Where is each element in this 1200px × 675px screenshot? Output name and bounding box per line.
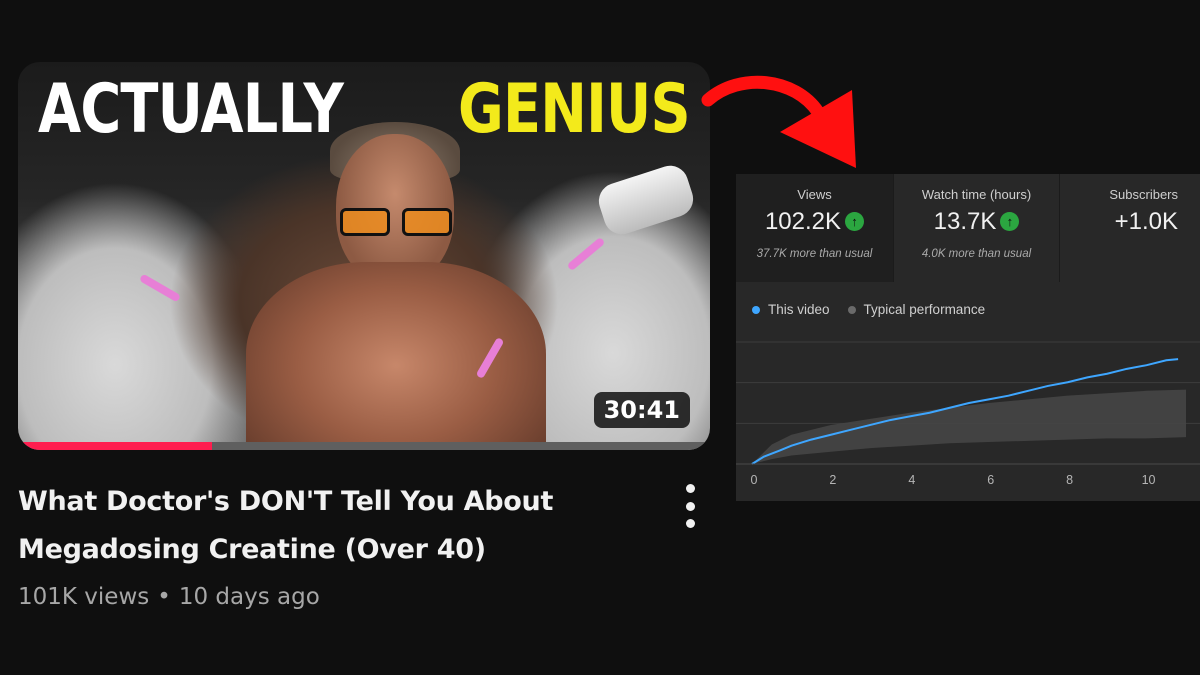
scoop-icon [566,236,606,272]
typical-performance-band [752,389,1186,464]
legend-swatch [847,305,856,314]
analytics-panel: Views 102.2K ↑ 37.7K more than usual Watc… [736,174,1200,501]
more-vert-icon[interactable] [674,484,706,528]
supplement-bottle [594,161,698,239]
x-tick-label: 2 [829,473,836,487]
x-tick-label: 10 [1142,473,1156,487]
kpi-value: +1.0K [1114,208,1178,235]
video-title[interactable]: What Doctor's DON'T Tell You About Megad… [18,478,578,574]
legend-item-typical: Typical performance [847,302,986,317]
x-tick-label: 0 [751,473,758,487]
arrow-up-icon: ↑ [1000,212,1020,231]
kpi-label: Views [797,187,832,202]
kpi-value-text: 13.7K [933,208,997,235]
chart-legend: This video Typical performance [752,302,985,317]
kpi-label: Subscribers [1109,187,1178,202]
legend-label: This video [768,302,830,317]
watch-progress-fill [18,442,212,450]
x-tick-label: 4 [908,473,915,487]
legend-swatch [752,305,760,314]
x-tick-label: 8 [1066,473,1073,487]
arrow-up-icon: ↑ [845,212,865,231]
curved-arrow-icon [701,75,856,168]
thumbnail-glasses [340,208,452,238]
kpi-value: 102.2K ↑ [736,208,893,236]
duration-badge: 30:41 [593,392,690,428]
views-line-chart: 0 2 4 6 8 10 [736,341,1200,487]
legend-label: Typical performance [863,302,986,317]
kpi-value-text: 102.2K [764,208,842,235]
view-count: 101K views [18,584,150,610]
video-title-line-2: Megadosing Creatine (Over 40) [18,534,486,565]
thumbnail-text-left: ACTUALLY [38,70,344,149]
x-tick-label: 6 [987,473,994,487]
kpi-delta: 4.0K more than usual [921,248,1032,260]
thumbnail-person-torso [246,262,546,450]
kpi-value: 13.7K ↑ [894,208,1059,236]
kpi-delta: 37.7K more than usual [756,248,873,260]
kpi-subscribers[interactable]: Subscribers +1.0K [1059,174,1200,282]
watch-progress-track [18,442,710,450]
meta-separator: • [157,584,171,610]
scoop-icon [138,273,182,303]
video-thumbnail[interactable]: ACTUALLY GENIUS 30:41 [18,62,710,450]
thumbnail-text-right: GENIUS [458,70,691,149]
kpi-views[interactable]: Views 102.2K ↑ 37.7K more than usual [736,174,893,282]
video-metadata: 101K views • 10 days ago [18,584,320,610]
kpi-row: Views 102.2K ↑ 37.7K more than usual Watc… [736,174,1200,282]
upload-age: 10 days ago [178,584,320,610]
kpi-watch-time[interactable]: Watch time (hours) 13.7K ↑ 4.0K more than… [893,174,1059,282]
kpi-label: Watch time (hours) [921,187,1032,202]
legend-item-this-video: This video [752,302,830,317]
video-title-line-1: What Doctor's DON'T Tell You About [18,486,554,517]
